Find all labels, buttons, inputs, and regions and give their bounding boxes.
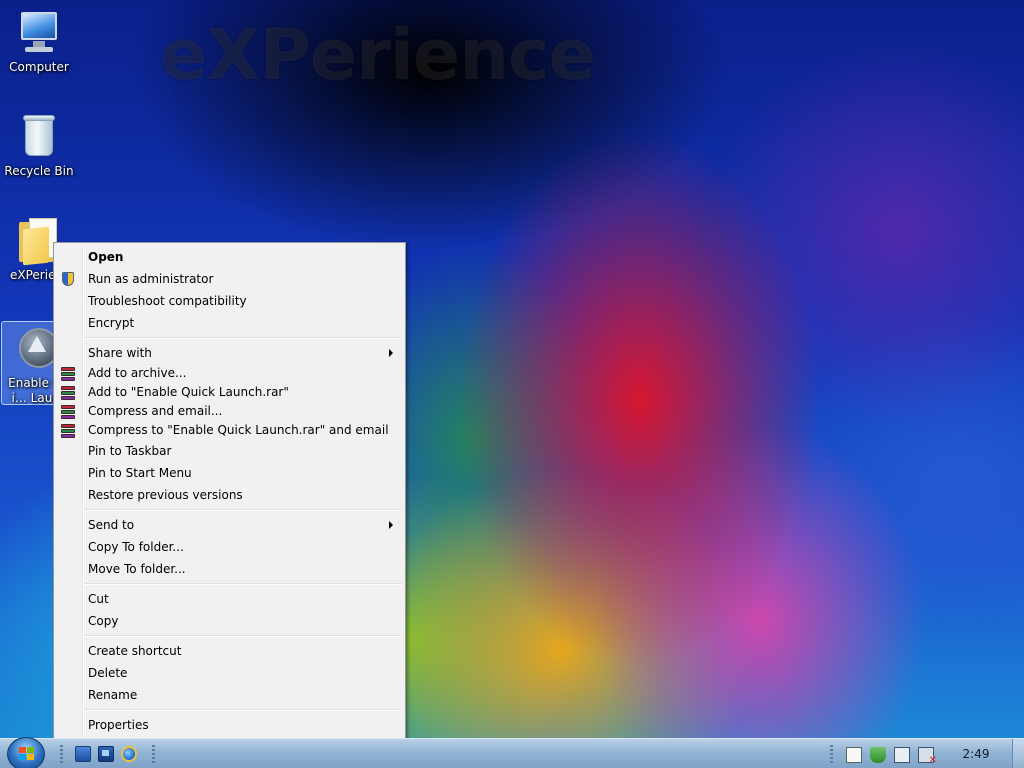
winrar-icon — [60, 385, 76, 401]
menu-item-compress-to-rar-and-email[interactable]: Compress to "Enable Quick Launch.rar" an… — [54, 421, 405, 440]
menu-item-delete[interactable]: Delete — [54, 662, 405, 684]
menu-item-label: Move To folder... — [88, 562, 186, 576]
menu-item-label: Cut — [88, 592, 109, 606]
menu-item-label: Create shortcut — [88, 644, 182, 658]
menu-item-label: Pin to Start Menu — [88, 466, 192, 480]
menu-item-send-to[interactable]: Send to — [54, 514, 405, 536]
menu-item-label: Share with — [88, 346, 152, 360]
windows-flag-icon — [19, 747, 35, 761]
menu-item-compress-and-email[interactable]: Compress and email... — [54, 402, 405, 421]
menu-item-label: Copy To folder... — [88, 540, 184, 554]
menu-item-label: Pin to Taskbar — [88, 444, 172, 458]
menu-item-add-to-rar[interactable]: Add to "Enable Quick Launch.rar" — [54, 383, 405, 402]
menu-item-pin-to-start-menu[interactable]: Pin to Start Menu — [54, 462, 405, 484]
menu-item-label: Encrypt — [88, 316, 135, 330]
menu-separator — [54, 506, 405, 514]
desktop-icon-recycle-bin[interactable]: Recycle Bin — [1, 112, 77, 178]
network-icon[interactable] — [894, 747, 910, 763]
menu-item-share-with[interactable]: Share with — [54, 342, 405, 364]
menu-item-label: Copy — [88, 614, 119, 628]
menu-item-encrypt[interactable]: Encrypt — [54, 312, 405, 334]
menu-separator — [54, 632, 405, 640]
menu-item-move-to-folder[interactable]: Move To folder... — [54, 558, 405, 580]
taskbar-grip[interactable] — [60, 745, 63, 763]
security-shield-icon[interactable] — [870, 747, 886, 763]
switch-windows-icon[interactable] — [98, 746, 114, 762]
tray-grip[interactable] — [830, 745, 833, 763]
menu-item-label: Properties — [88, 718, 149, 732]
context-menu: Open Run as administrator Troubleshoot c… — [53, 242, 406, 739]
show-desktop-button[interactable] — [1012, 739, 1024, 768]
menu-item-create-shortcut[interactable]: Create shortcut — [54, 640, 405, 662]
menu-item-label: Troubleshoot compatibility — [88, 294, 247, 308]
menu-item-run-as-administrator[interactable]: Run as administrator — [54, 268, 405, 290]
menu-item-label: Add to "Enable Quick Launch.rar" — [88, 385, 289, 399]
menu-item-label: Open — [88, 250, 124, 264]
menu-item-open[interactable]: Open — [54, 246, 405, 268]
menu-item-label: Restore previous versions — [88, 488, 243, 502]
winrar-icon — [60, 366, 76, 382]
menu-item-label: Compress to "Enable Quick Launch.rar" an… — [88, 423, 389, 437]
menu-separator — [54, 580, 405, 588]
taskbar-clock[interactable]: 2:49 — [950, 739, 1002, 768]
recycle-bin-icon — [15, 112, 63, 160]
menu-item-label: Send to — [88, 518, 135, 532]
start-button[interactable] — [7, 737, 45, 768]
desktop-icon-label: Recycle Bin — [4, 164, 74, 178]
winrar-icon — [60, 404, 76, 420]
show-desktop-icon[interactable] — [75, 746, 91, 762]
desktop-icon-label: Computer — [9, 60, 69, 74]
taskbar: 2:49 — [0, 737, 1024, 768]
menu-item-label: Add to archive... — [88, 366, 187, 380]
action-center-flag-icon[interactable] — [846, 747, 862, 763]
menu-item-pin-to-taskbar[interactable]: Pin to Taskbar — [54, 440, 405, 462]
menu-item-copy-to-folder[interactable]: Copy To folder... — [54, 536, 405, 558]
submenu-arrow-icon — [389, 521, 393, 529]
volume-muted-icon[interactable] — [918, 747, 937, 766]
menu-item-label: Rename — [88, 688, 138, 702]
menu-item-label: Delete — [88, 666, 128, 680]
menu-item-label: Run as administrator — [88, 272, 214, 286]
menu-item-add-to-archive[interactable]: Add to archive... — [54, 364, 405, 383]
desktop-icon-computer[interactable]: Computer — [1, 8, 77, 74]
menu-item-troubleshoot-compatibility[interactable]: Troubleshoot compatibility — [54, 290, 405, 312]
menu-item-cut[interactable]: Cut — [54, 588, 405, 610]
internet-explorer-icon[interactable] — [121, 746, 137, 762]
menu-item-copy[interactable]: Copy — [54, 610, 405, 632]
taskbar-grip[interactable] — [152, 745, 155, 763]
menu-item-label: Compress and email... — [88, 404, 223, 418]
winrar-icon — [60, 423, 76, 439]
submenu-arrow-icon — [389, 349, 393, 357]
menu-separator — [54, 334, 405, 342]
menu-item-rename[interactable]: Rename — [54, 684, 405, 706]
wallpaper-watermark: eXPerience — [160, 14, 596, 96]
menu-item-properties[interactable]: Properties — [54, 714, 405, 736]
menu-separator — [54, 706, 405, 714]
uac-shield-icon — [60, 271, 76, 287]
computer-icon — [15, 8, 63, 56]
menu-item-restore-previous-versions[interactable]: Restore previous versions — [54, 484, 405, 506]
